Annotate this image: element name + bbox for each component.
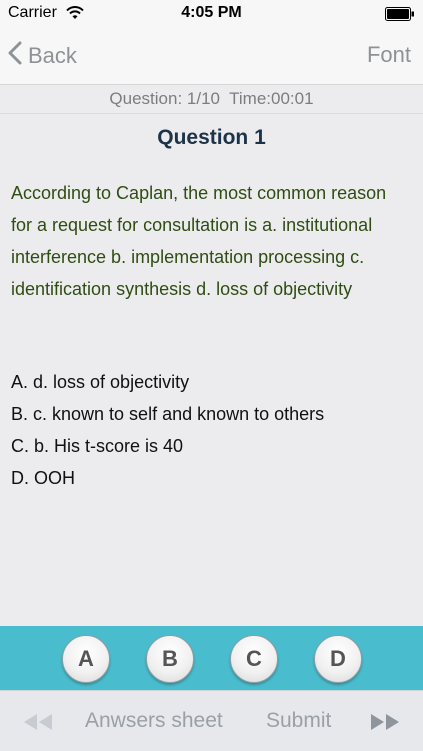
option-c: C. b. His t-score is 40 bbox=[11, 436, 184, 456]
option-b: B. c. known to self and known to others bbox=[11, 404, 325, 424]
question-title: Question 1 bbox=[157, 126, 266, 149]
question-counter: Question: 1/10 bbox=[109, 89, 220, 108]
option-d: D. OOH bbox=[11, 468, 76, 488]
previous-icon[interactable] bbox=[22, 713, 54, 736]
status-time: 4:05 PM bbox=[181, 4, 242, 21]
navigation-bar: Back Font bbox=[0, 28, 423, 85]
back-button[interactable]: Back bbox=[8, 40, 77, 72]
next-icon[interactable] bbox=[369, 713, 401, 736]
battery-icon bbox=[385, 7, 415, 26]
chevron-left-icon bbox=[8, 41, 22, 71]
answers-sheet-button[interactable]: Anwsers sheet bbox=[85, 709, 223, 733]
answer-b-button[interactable]: B bbox=[146, 635, 194, 683]
status-bar: Carrier 4:05 PM bbox=[0, 0, 423, 28]
options-list: A. d. loss of objectivity B. c. known to… bbox=[11, 366, 411, 494]
question-info-bar: Question: 1/10 Time:00:01 bbox=[0, 85, 423, 114]
back-label: Back bbox=[28, 43, 77, 68]
answer-button-bar: A B C D bbox=[0, 626, 423, 690]
answer-c-button[interactable]: C bbox=[230, 635, 278, 683]
question-content: Question 1 According to Caplan, the most… bbox=[0, 114, 423, 626]
submit-button[interactable]: Submit bbox=[266, 709, 331, 733]
elapsed-time: Time:00:01 bbox=[229, 89, 314, 108]
question-text: According to Caplan, the most common rea… bbox=[11, 183, 387, 299]
font-button[interactable]: Font bbox=[367, 42, 411, 68]
answer-a-button[interactable]: A bbox=[62, 635, 110, 683]
option-a: A. d. loss of objectivity bbox=[11, 372, 190, 392]
answer-d-button[interactable]: D bbox=[314, 635, 362, 683]
bottom-toolbar: Anwsers sheet Submit bbox=[0, 690, 423, 751]
